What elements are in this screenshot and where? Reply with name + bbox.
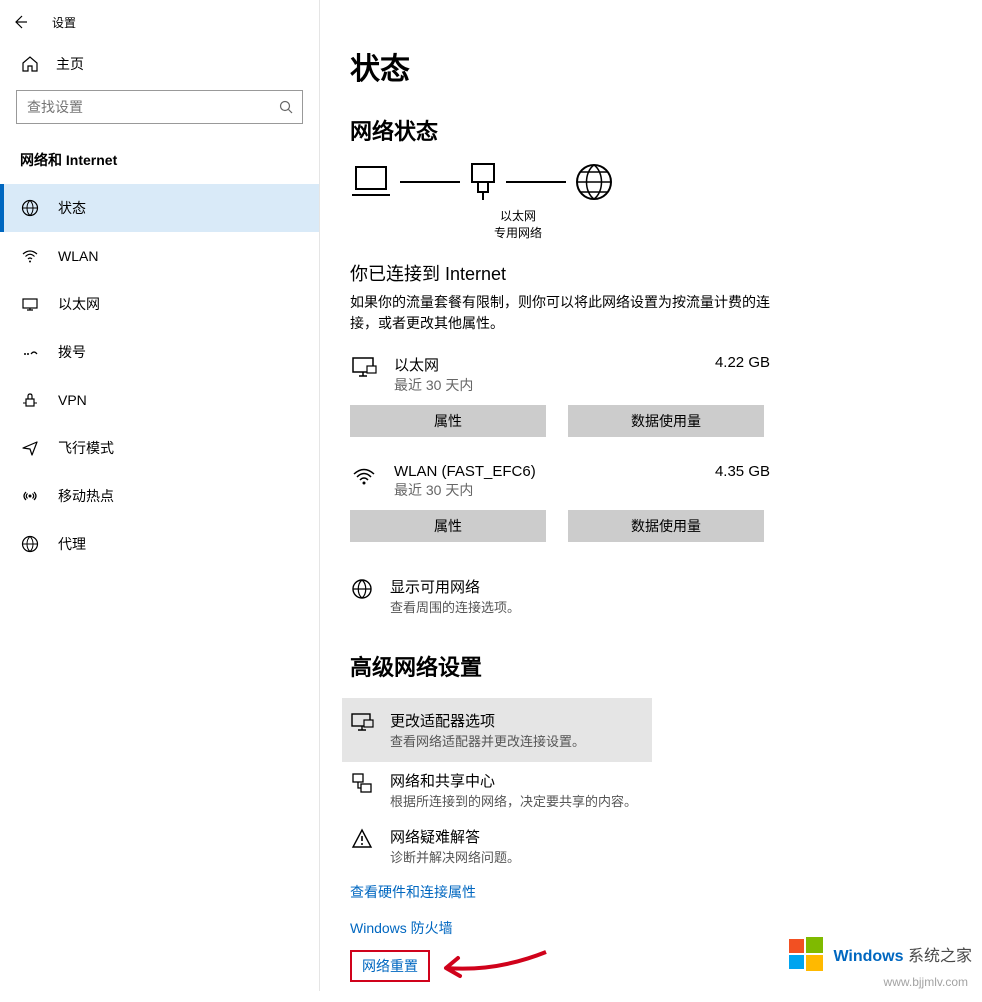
- sidebar-item-wlan[interactable]: WLAN: [0, 232, 319, 280]
- sidebar-item-ethernet[interactable]: 以太网: [0, 280, 319, 328]
- troubleshoot-sub: 诊断并解决网络问题。: [390, 847, 520, 866]
- sidebar: 设置 主页 网络和 Internet 状态 WLAN: [0, 0, 320, 991]
- page-title: 状态: [350, 44, 952, 88]
- wifi-icon: [350, 465, 378, 487]
- adapter-options-title: 更改适配器选项: [390, 710, 585, 731]
- sidebar-item-label: 拨号: [58, 342, 86, 362]
- globe-icon: [350, 578, 374, 600]
- show-available-networks[interactable]: 显示可用网络 查看周围的连接选项。: [350, 568, 770, 624]
- sidebar-section-label: 网络和 Internet: [0, 144, 319, 184]
- watermark-brand: Windows 系统之家: [787, 935, 972, 973]
- sidebar-item-label: 移动热点: [58, 486, 114, 506]
- search-input[interactable]: [16, 90, 303, 124]
- sidebar-item-hotspot[interactable]: 移动热点: [0, 472, 319, 520]
- properties-button[interactable]: 属性: [350, 405, 546, 437]
- annotation-highlight: 网络重置: [350, 950, 430, 982]
- sidebar-item-airplane[interactable]: 飞行模式: [0, 424, 319, 472]
- troubleshoot-title: 网络疑难解答: [390, 826, 520, 847]
- sharing-center-title: 网络和共享中心: [390, 770, 637, 791]
- home-label: 主页: [56, 54, 84, 74]
- watermark-suffix: 系统之家: [908, 948, 972, 965]
- sidebar-item-vpn[interactable]: VPN: [0, 376, 319, 424]
- connection-ethernet: 以太网 最近 30 天内 4.22 GB: [350, 354, 770, 395]
- status-icon: [20, 198, 40, 218]
- sidebar-item-label: 以太网: [58, 294, 100, 314]
- connection-line-icon: [400, 181, 460, 183]
- connected-description: 如果你的流量套餐有限制，则你可以将此网络设置为按流量计费的连接，或者更改其他属性…: [350, 292, 770, 334]
- ethernet-icon: [350, 356, 378, 380]
- connected-heading: 你已连接到 Internet: [350, 260, 952, 286]
- window-title: 设置: [52, 14, 76, 31]
- back-arrow-icon: [12, 14, 28, 30]
- connection-usage: 4.22 GB: [715, 354, 770, 371]
- sidebar-item-label: WLAN: [58, 248, 98, 264]
- connection-line-icon: [506, 181, 566, 183]
- link-windows-firewall[interactable]: Windows 防火墙: [350, 918, 453, 938]
- sidebar-item-label: VPN: [58, 392, 87, 408]
- show-networks-sub: 查看周围的连接选项。: [390, 597, 520, 616]
- properties-button[interactable]: 属性: [350, 510, 546, 542]
- home-link[interactable]: 主页: [0, 44, 319, 84]
- adapter-icon: [350, 712, 374, 734]
- proxy-icon: [20, 534, 40, 554]
- ethernet-adapter-icon: [468, 162, 498, 202]
- network-status-heading: 网络状态: [350, 114, 952, 146]
- back-button[interactable]: [8, 10, 32, 34]
- search-icon: [279, 100, 293, 114]
- connection-period: 最近 30 天内: [394, 480, 715, 500]
- vpn-icon: [20, 390, 40, 410]
- link-network-reset[interactable]: 网络重置: [362, 956, 418, 976]
- airplane-icon: [20, 438, 40, 458]
- data-usage-button[interactable]: 数据使用量: [568, 405, 764, 437]
- connection-usage: 4.35 GB: [715, 463, 770, 480]
- link-hardware-properties[interactable]: 查看硬件和连接属性: [350, 882, 476, 902]
- sharing-center-sub: 根据所连接到的网络，决定要共享的内容。: [390, 791, 637, 810]
- sidebar-item-status[interactable]: 状态: [0, 184, 319, 232]
- connection-period: 最近 30 天内: [394, 375, 715, 395]
- sidebar-item-label: 代理: [58, 534, 86, 554]
- watermark-url: www.bjjmlv.com: [884, 975, 968, 989]
- diagram-profile-label: 专用网络: [468, 225, 568, 242]
- network-troubleshoot[interactable]: 网络疑难解答 诊断并解决网络问题。: [350, 818, 770, 874]
- data-usage-button[interactable]: 数据使用量: [568, 510, 764, 542]
- adapter-options-sub: 查看网络适配器并更改连接设置。: [390, 731, 585, 750]
- network-diagram: [350, 162, 952, 202]
- connection-wlan: WLAN (FAST_EFC6) 最近 30 天内 4.35 GB: [350, 463, 770, 500]
- network-sharing-center[interactable]: 网络和共享中心 根据所连接到的网络，决定要共享的内容。: [350, 762, 770, 818]
- connection-name: 以太网: [394, 354, 715, 375]
- wifi-icon: [20, 246, 40, 266]
- globe-icon: [574, 162, 614, 202]
- laptop-icon: [350, 163, 392, 201]
- sidebar-item-label: 状态: [58, 198, 86, 218]
- hotspot-icon: [20, 486, 40, 506]
- dialup-icon: [20, 342, 40, 362]
- home-icon: [20, 54, 40, 74]
- windows-logo-icon: [787, 935, 825, 973]
- change-adapter-options[interactable]: 更改适配器选项 查看网络适配器并更改连接设置。: [342, 698, 652, 762]
- sidebar-item-proxy[interactable]: 代理: [0, 520, 319, 568]
- main-content: 状态 网络状态 以太网 专用网络 你已连接到 Internet 如果你的流量套餐…: [320, 0, 982, 991]
- connection-name: WLAN (FAST_EFC6): [394, 463, 715, 480]
- sidebar-item-label: 飞行模式: [58, 438, 114, 458]
- advanced-settings-heading: 高级网络设置: [350, 650, 952, 682]
- ethernet-icon: [20, 294, 40, 314]
- share-icon: [350, 772, 374, 794]
- watermark-brand-text: Windows: [833, 948, 903, 965]
- titlebar: 设置: [0, 0, 319, 44]
- show-networks-title: 显示可用网络: [390, 576, 520, 597]
- troubleshoot-icon: [350, 828, 374, 850]
- sidebar-item-dialup[interactable]: 拨号: [0, 328, 319, 376]
- diagram-adapter-label: 以太网: [468, 208, 568, 225]
